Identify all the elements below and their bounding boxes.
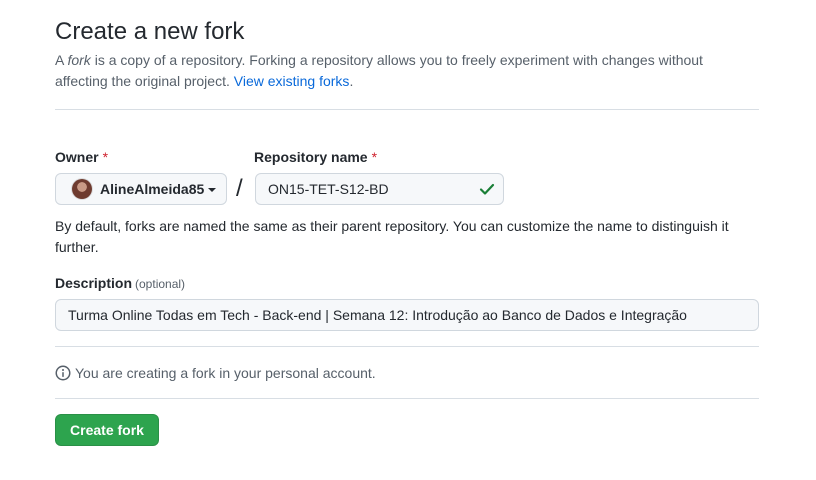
- description-label-text: Description: [55, 275, 133, 291]
- intro-body: is a copy of a repository. Forking a rep…: [55, 52, 703, 89]
- check-icon: [479, 183, 495, 195]
- owner-avatar: [72, 179, 92, 199]
- repository-name-required-mark: *: [371, 149, 378, 165]
- view-existing-forks-link[interactable]: View existing forks: [234, 73, 350, 89]
- repository-name-label-text: Repository name: [254, 149, 368, 165]
- description-label: Description (optional): [55, 275, 185, 291]
- owner-label: Owner *: [55, 149, 108, 165]
- fork-name-hint: By default, forks are named the same as …: [55, 218, 729, 255]
- info-icon: [55, 365, 71, 381]
- caret-down-icon: [208, 187, 217, 192]
- intro-text: A fork is a copy of a repository. Forkin…: [55, 50, 755, 92]
- page-title: Create a new fork: [55, 18, 245, 45]
- owner-label-text: Owner: [55, 149, 99, 165]
- owner-repo-separator: /: [236, 175, 243, 202]
- description-input[interactable]: [55, 299, 759, 331]
- intro-emphasis: fork: [67, 52, 91, 68]
- owner-required-mark: *: [102, 149, 109, 165]
- actions-divider: [55, 398, 759, 399]
- notice-text: You are creating a fork in your personal…: [75, 365, 376, 381]
- create-fork-button[interactable]: Create fork: [55, 414, 159, 446]
- personal-account-notice: You are creating a fork in your personal…: [55, 365, 376, 381]
- owner-name: AlineAlmeida85: [100, 181, 205, 197]
- description-optional-note: (optional): [135, 277, 186, 291]
- intro-prefix: A: [55, 52, 68, 68]
- repository-name-label: Repository name *: [254, 149, 377, 165]
- repository-name-input[interactable]: [255, 173, 504, 205]
- intro-suffix: .: [349, 73, 354, 89]
- description-divider: [55, 346, 759, 347]
- header-divider: [55, 109, 759, 110]
- owner-select-button[interactable]: AlineAlmeida85: [55, 173, 227, 205]
